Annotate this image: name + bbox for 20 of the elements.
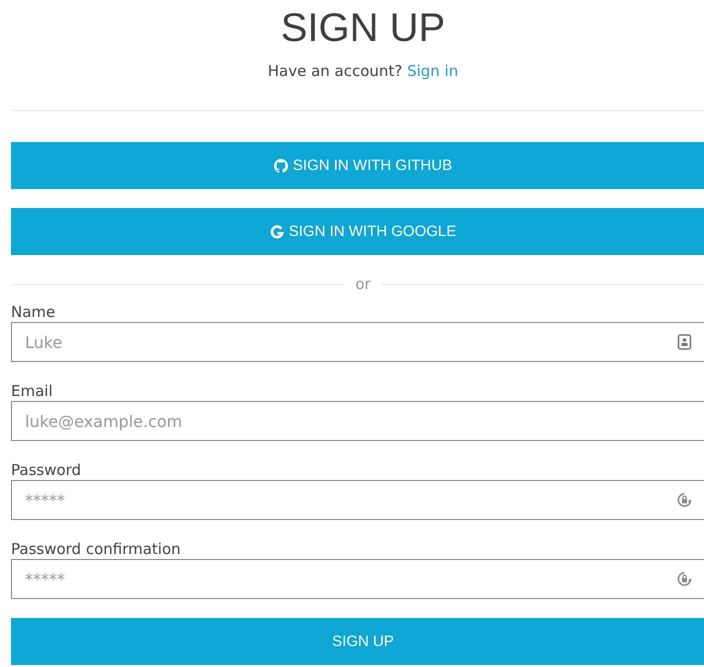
contact-card-icon <box>677 334 692 350</box>
page-title: SIGN UP <box>280 5 446 48</box>
input-field[interactable]: ***** <box>11 480 704 520</box>
field-label: Email <box>11 381 54 401</box>
sign-in-link[interactable]: Sign in <box>407 62 458 80</box>
lock-icon <box>677 492 692 508</box>
input-field[interactable]: Luke <box>11 322 704 362</box>
google-sign-in-button[interactable]: SIGN IN WITH GOOGLE <box>11 208 704 255</box>
input-field[interactable]: luke@example.com <box>11 401 704 441</box>
field-label: Name <box>11 302 56 322</box>
sign-up-button[interactable]: SIGN UP <box>11 618 704 665</box>
field-label: Password confirmation <box>11 539 182 559</box>
lock-icon <box>677 571 692 587</box>
google-icon <box>270 224 284 238</box>
account-prompt: Have an account? <box>268 62 402 80</box>
field-label: Password <box>11 460 82 480</box>
github-sign-in-button[interactable]: SIGN IN WITH GITHUB <box>11 142 704 189</box>
github-icon <box>274 158 288 172</box>
or-separator: or <box>355 274 371 294</box>
input-field[interactable]: ***** <box>11 559 704 599</box>
